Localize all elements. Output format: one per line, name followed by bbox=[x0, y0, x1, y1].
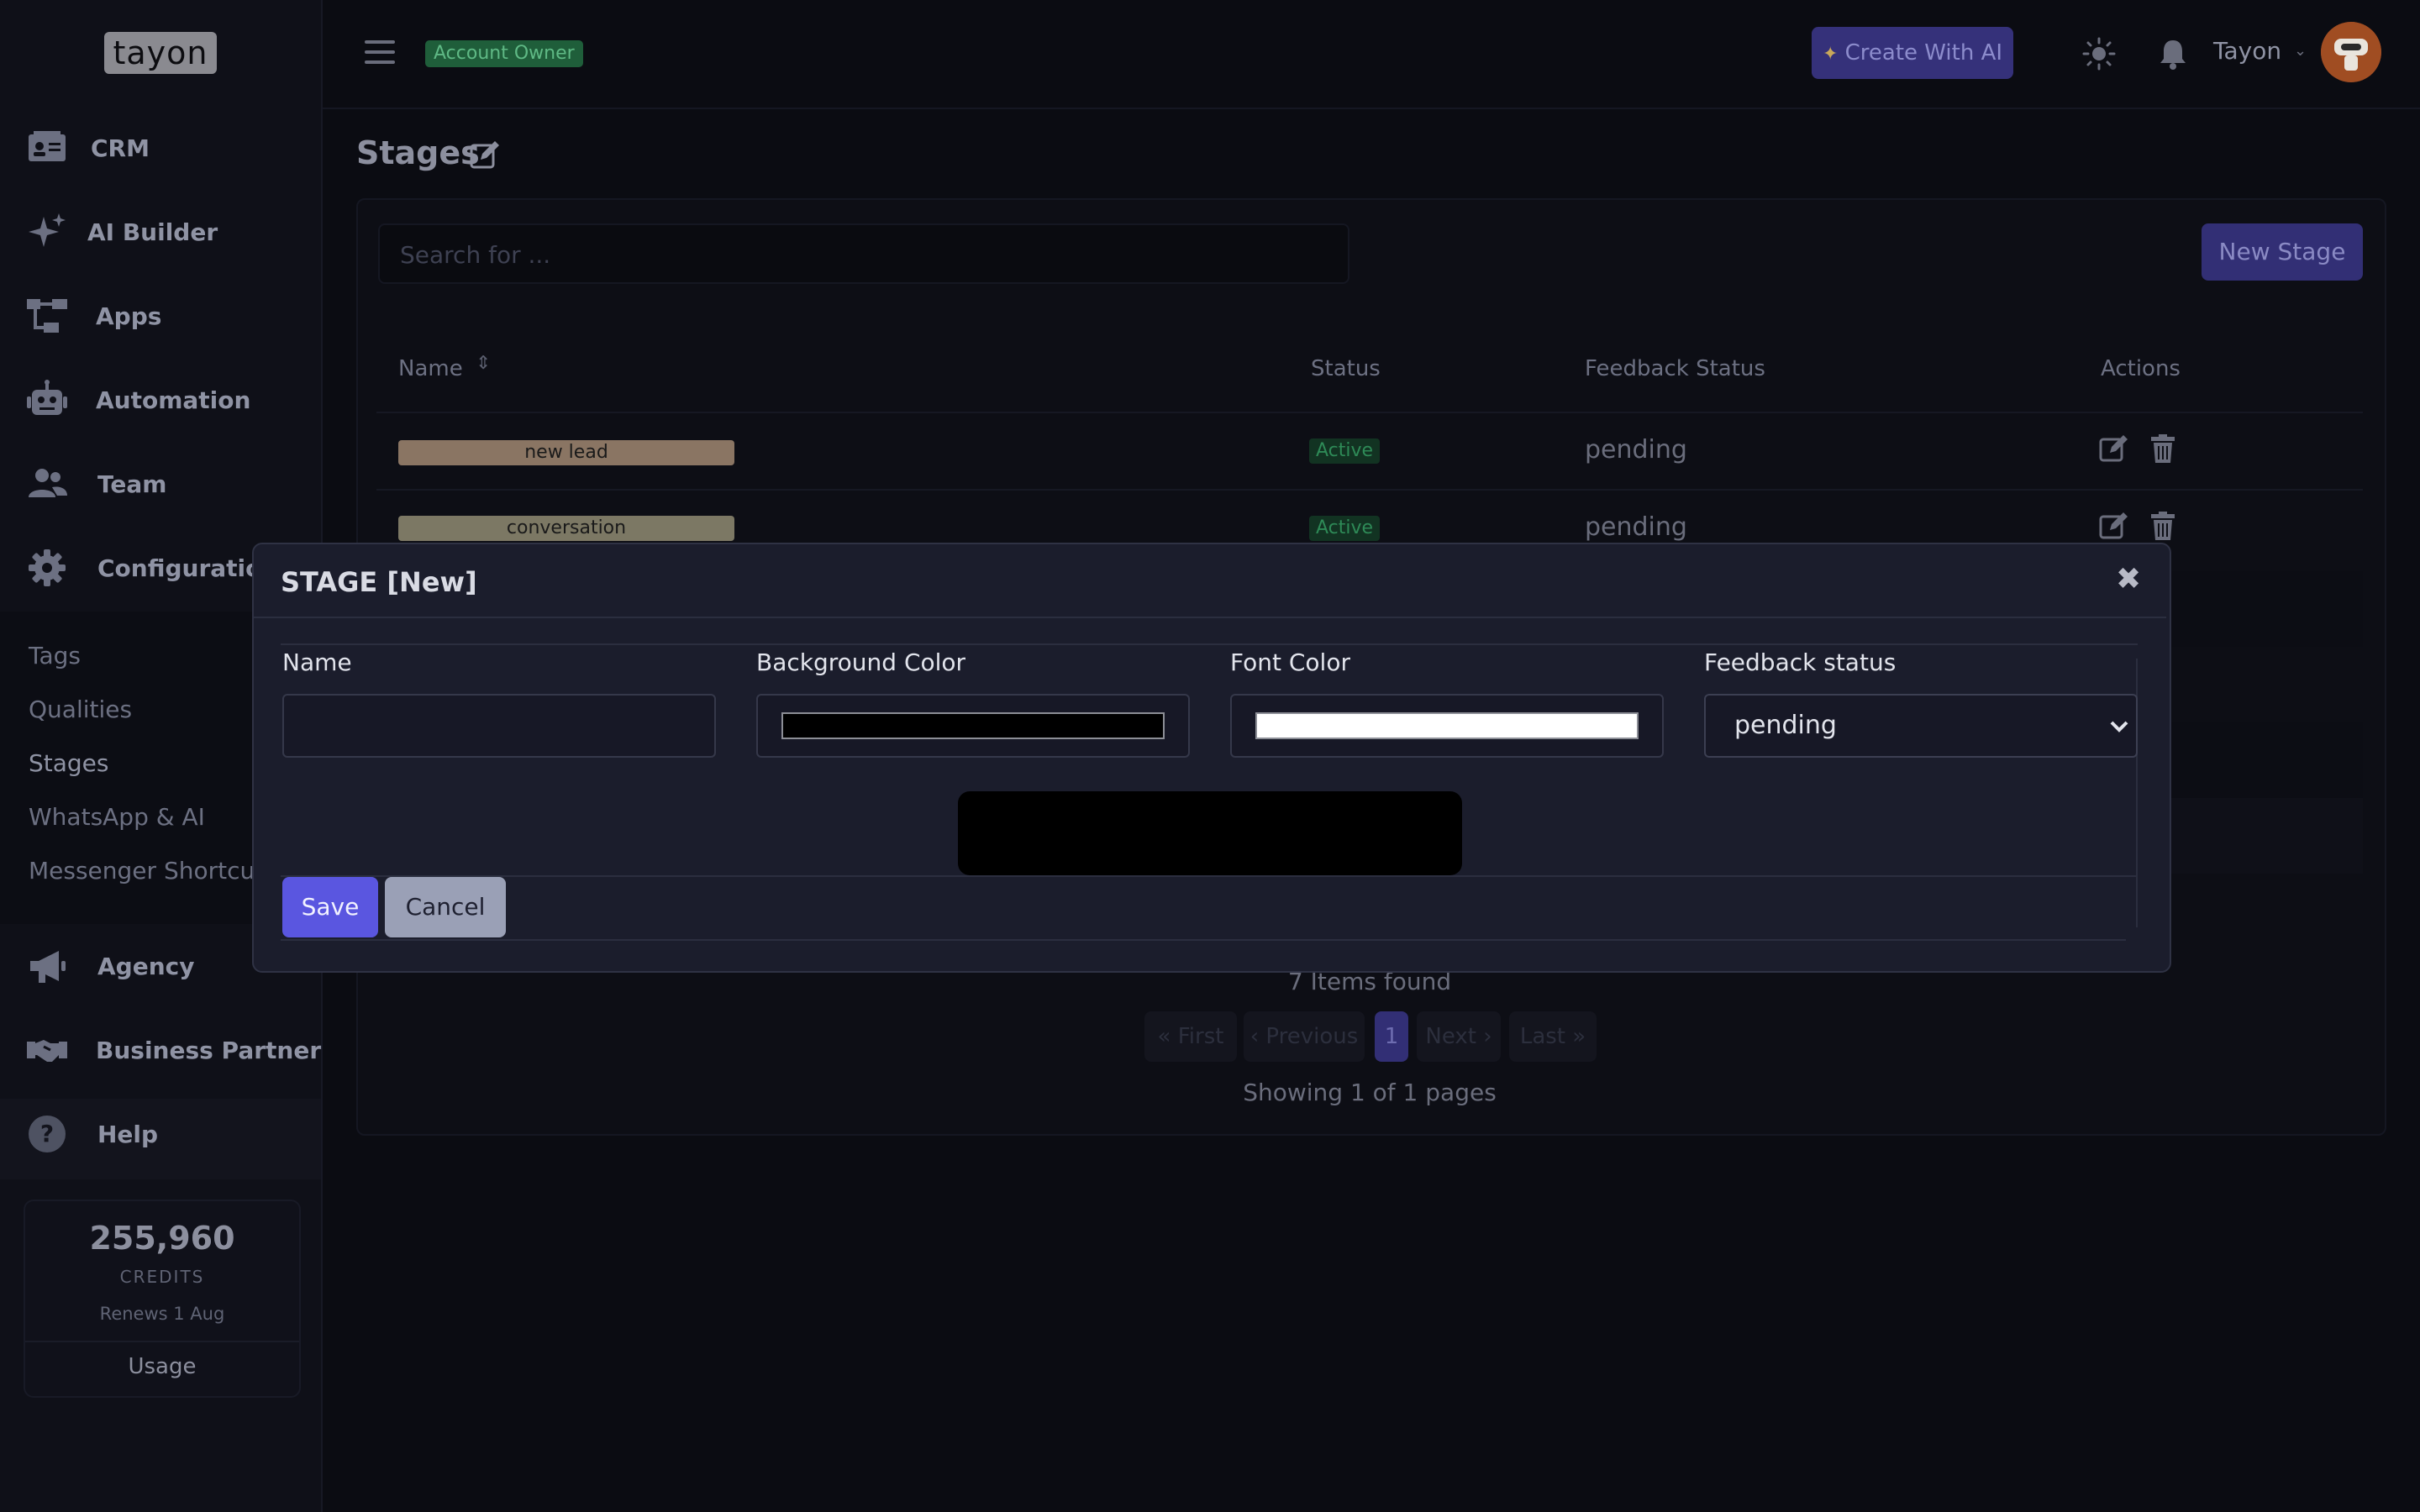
edit-icon[interactable] bbox=[2099, 511, 2129, 541]
avatar[interactable] bbox=[2321, 22, 2381, 82]
credits-value: 255,960 bbox=[89, 1220, 235, 1257]
close-icon[interactable]: ✖ bbox=[2116, 564, 2141, 595]
form-divider bbox=[281, 643, 2138, 645]
stage-modal bbox=[252, 543, 2171, 973]
user-name[interactable]: Tayon bbox=[2213, 37, 2281, 65]
column-header-feedback-status: Feedback Status bbox=[1585, 356, 1765, 381]
stage-name-pill: new lead bbox=[398, 440, 734, 465]
column-header-name[interactable]: Name bbox=[398, 356, 463, 381]
font-color-label: Font Color bbox=[1230, 648, 1350, 676]
table-divider bbox=[376, 489, 2363, 491]
logo[interactable]: tayon bbox=[104, 32, 217, 74]
sparkle-icon: ✦ bbox=[1822, 44, 1839, 65]
handshake-icon bbox=[27, 1040, 67, 1062]
edit-icon[interactable] bbox=[2099, 433, 2129, 464]
create-with-ai-button[interactable]: ✦ Create With AI bbox=[1812, 27, 2013, 79]
pagination-first[interactable]: « First bbox=[1144, 1011, 1237, 1062]
trash-icon[interactable] bbox=[2148, 511, 2178, 541]
table-row bbox=[2168, 571, 2363, 647]
sidebar-item-label: Business Partner bbox=[96, 1036, 322, 1064]
modal-title: STAGE [New] bbox=[281, 566, 477, 598]
sidebar-item-label: AI Builder bbox=[87, 218, 218, 246]
svg-text:?: ? bbox=[40, 1120, 54, 1147]
robot-icon bbox=[27, 380, 67, 415]
background-color-label: Background Color bbox=[756, 648, 966, 676]
name-label: Name bbox=[282, 648, 352, 676]
font-color-picker[interactable] bbox=[1230, 694, 1664, 758]
theme-toggle-icon[interactable] bbox=[2082, 37, 2116, 71]
stage-preview bbox=[958, 791, 1462, 875]
sort-icon[interactable]: ⇕ bbox=[476, 353, 491, 374]
sitemap-icon bbox=[27, 299, 67, 333]
cancel-button[interactable]: Cancel bbox=[385, 877, 506, 937]
submenu-item-stages[interactable]: Stages bbox=[29, 749, 109, 777]
id-card-icon bbox=[29, 131, 66, 161]
search-input[interactable]: Search for ... bbox=[378, 223, 1349, 284]
sidebar-item-label: Team bbox=[97, 470, 167, 498]
status-badge: Active bbox=[1309, 438, 1381, 464]
sparkles-icon bbox=[29, 213, 66, 247]
column-header-status: Status bbox=[1311, 356, 1381, 381]
chevron-down-icon[interactable]: ⌄ bbox=[2294, 42, 2307, 60]
feedback-status-value: pending bbox=[1585, 435, 1687, 465]
sidebar-item-label: Automation bbox=[96, 386, 251, 414]
feedback-status-label: Feedback status bbox=[1704, 648, 1897, 676]
credits-card: 255,960 CREDITS Renews 1 Aug Usage bbox=[24, 1200, 301, 1398]
avatar-image bbox=[2321, 22, 2381, 82]
bell-icon[interactable] bbox=[2158, 37, 2188, 71]
pagination-current[interactable]: 1 bbox=[1375, 1011, 1408, 1062]
submenu-item-messenger-shortcuts[interactable]: Messenger Shortcuts bbox=[29, 857, 276, 885]
table-divider bbox=[376, 412, 2363, 413]
menu-toggle-icon[interactable] bbox=[365, 40, 395, 64]
pages-info-text: Showing 1 of 1 pages bbox=[1243, 1079, 1497, 1106]
edit-icon[interactable] bbox=[469, 139, 501, 171]
background-color-swatch[interactable] bbox=[781, 712, 1165, 739]
feedback-status-value: pending bbox=[1585, 512, 1687, 542]
sidebar-item-automation[interactable]: Automation bbox=[0, 366, 321, 433]
create-with-ai-label: Create With AI bbox=[1844, 40, 2003, 66]
credits-renews: Renews 1 Aug bbox=[99, 1304, 225, 1324]
stage-name-pill: conversation bbox=[398, 516, 734, 541]
role-badge: Account Owner bbox=[425, 40, 583, 67]
feedback-status-select[interactable]: pending bbox=[1704, 694, 2138, 758]
chevron-down-icon[interactable] bbox=[2109, 716, 2129, 736]
submenu-item-qualities[interactable]: Qualities bbox=[29, 696, 132, 723]
sidebar-item-label: CRM bbox=[91, 134, 150, 162]
sidebar-item-apps[interactable]: Apps bbox=[0, 282, 321, 349]
sidebar-item-ai-builder[interactable]: AI Builder bbox=[0, 198, 321, 265]
question-icon: ? bbox=[29, 1116, 66, 1152]
table-row bbox=[2168, 798, 2363, 874]
users-icon bbox=[29, 469, 67, 497]
pagination-last[interactable]: Last » bbox=[1509, 1011, 1597, 1062]
submenu-item-whatsapp-ai[interactable]: WhatsApp & AI bbox=[29, 803, 205, 831]
modal-header-divider bbox=[254, 617, 2166, 618]
sidebar-item-crm[interactable]: CRM bbox=[0, 114, 321, 181]
background-color-picker[interactable] bbox=[756, 694, 1190, 758]
credits-divider bbox=[25, 1341, 299, 1342]
gear-icon bbox=[29, 549, 66, 586]
credits-caption: CREDITS bbox=[119, 1267, 205, 1287]
sidebar-item-label: Help bbox=[97, 1120, 159, 1148]
page-title: Stages bbox=[356, 134, 480, 171]
table-row bbox=[2168, 722, 2363, 798]
column-header-actions: Actions bbox=[2101, 356, 2181, 381]
name-field[interactable] bbox=[282, 694, 716, 758]
status-badge: Active bbox=[1309, 516, 1381, 541]
font-color-swatch[interactable] bbox=[1255, 712, 1639, 739]
pagination-previous[interactable]: ‹ Previous bbox=[1244, 1011, 1365, 1062]
sidebar-item-business-partner[interactable]: Business Partner bbox=[0, 1016, 321, 1084]
footer-divider bbox=[281, 939, 2126, 941]
new-stage-button[interactable]: New Stage bbox=[2202, 223, 2363, 281]
sidebar-item-team[interactable]: Team bbox=[0, 450, 321, 517]
pagination-next[interactable]: Next › bbox=[1417, 1011, 1501, 1062]
save-button[interactable]: Save bbox=[282, 877, 378, 937]
sidebar-item-help[interactable]: ? Help bbox=[0, 1100, 321, 1168]
trash-icon[interactable] bbox=[2148, 433, 2178, 464]
submenu-item-tags[interactable]: Tags bbox=[29, 642, 81, 669]
sidebar-item-label: Apps bbox=[96, 302, 162, 330]
footer-divider bbox=[281, 875, 2138, 877]
usage-link[interactable]: Usage bbox=[25, 1354, 299, 1379]
